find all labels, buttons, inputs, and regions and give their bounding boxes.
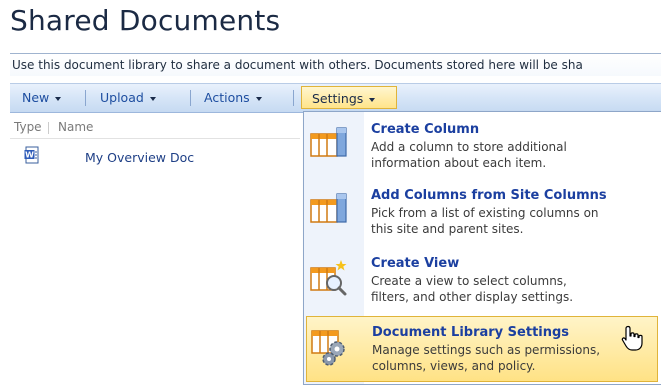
menu-item-description: Create a view to select columns, filters… xyxy=(371,273,656,305)
library-toolbar: New Upload Actions Settings xyxy=(10,83,661,113)
menu-item-description: Manage settings such as permissions, col… xyxy=(372,342,657,374)
chevron-down-icon xyxy=(255,96,262,101)
settings-menu-button[interactable]: Settings xyxy=(301,86,397,109)
menu-item-desc-line: filters, and other display settings. xyxy=(371,290,574,304)
menu-item-desc-line: Pick from a list of existing columns on xyxy=(371,206,599,220)
menu-item-create-column[interactable]: Create Column Add a column to store addi… xyxy=(304,112,661,178)
settings-dropdown-menu: Create Column Add a column to store addi… xyxy=(303,111,661,385)
menu-item-add-site-columns[interactable]: Add Columns from Site Columns Pick from … xyxy=(304,178,661,246)
library-settings-icon xyxy=(309,327,353,371)
settings-label: Settings xyxy=(312,91,364,106)
site-columns-icon xyxy=(308,190,350,230)
actions-menu-button[interactable]: Actions xyxy=(204,84,262,112)
new-label: New xyxy=(22,90,50,105)
menu-item-desc-line: Manage settings such as permissions, xyxy=(372,343,601,357)
menu-item-desc-line: this site and parent sites. xyxy=(371,222,524,236)
type-column-header[interactable]: Type xyxy=(14,120,42,134)
create-column-icon xyxy=(308,124,350,164)
page-title: Shared Documents xyxy=(10,4,281,37)
menu-item-document-library-settings[interactable]: Document Library Settings Manage setting… xyxy=(306,316,658,382)
menu-item-desc-line: columns, views, and policy. xyxy=(372,359,536,373)
chevron-down-icon xyxy=(369,97,376,102)
list-item: W My Overview Doc xyxy=(10,144,300,170)
menu-item-title: Add Columns from Site Columns xyxy=(371,188,607,203)
menu-item-description: Add a column to store additional informa… xyxy=(371,139,656,171)
toolbar-divider xyxy=(293,90,294,106)
menu-item-description: Pick from a list of existing columns on … xyxy=(371,205,656,237)
upload-label: Upload xyxy=(100,90,144,105)
chevron-down-icon xyxy=(55,96,62,101)
document-link[interactable]: My Overview Doc xyxy=(85,150,194,165)
word-document-icon[interactable]: W xyxy=(24,146,40,168)
menu-item-desc-line: information about each item. xyxy=(371,156,547,170)
toolbar-divider xyxy=(190,90,191,106)
menu-item-desc-line: Add a column to store additional xyxy=(371,140,567,154)
name-column-header[interactable]: Name xyxy=(58,120,93,134)
actions-label: Actions xyxy=(204,90,250,105)
menu-item-title: Document Library Settings xyxy=(372,325,570,340)
menu-item-create-view[interactable]: Create View Create a view to select colu… xyxy=(304,246,661,314)
svg-text:W: W xyxy=(25,151,34,160)
create-view-icon xyxy=(308,258,350,300)
toolbar-divider xyxy=(85,90,86,106)
library-description: Use this document library to share a doc… xyxy=(10,53,661,76)
menu-item-title: Create Column xyxy=(371,122,480,137)
list-header: Type Name xyxy=(10,118,300,139)
hand-pointer-icon xyxy=(621,325,643,355)
menu-item-title: Create View xyxy=(371,256,460,271)
new-menu-button[interactable]: New xyxy=(22,84,62,112)
menu-item-desc-line: Create a view to select columns, xyxy=(371,274,567,288)
header-divider xyxy=(48,122,49,134)
upload-menu-button[interactable]: Upload xyxy=(100,84,156,112)
chevron-down-icon xyxy=(149,96,156,101)
